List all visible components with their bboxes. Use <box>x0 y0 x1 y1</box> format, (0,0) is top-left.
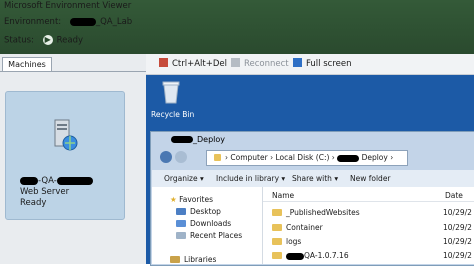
redacted-block <box>337 154 360 162</box>
file-row[interactable]: _PublishedWebsites 10/29/2 <box>272 208 474 220</box>
address-path: › Computer › Local Disk (C:) › Deploy › <box>214 153 393 162</box>
recycle-bin-icon[interactable] <box>162 80 180 104</box>
nav-libraries[interactable]: Libraries <box>170 255 216 264</box>
environment-label: Environment: <box>4 17 62 27</box>
column-header-date[interactable]: Date <box>445 191 463 200</box>
redacted-block <box>56 176 93 185</box>
back-button[interactable] <box>160 151 172 163</box>
play-icon: ▶ <box>42 35 53 45</box>
recycle-bin-label: Recycle Bin <box>151 110 195 119</box>
new-folder-button[interactable]: New folder <box>350 174 391 183</box>
desktop-icon <box>176 208 186 215</box>
folder-icon <box>272 238 282 245</box>
column-headers <box>263 188 474 202</box>
folder-icon <box>272 252 282 259</box>
status-label: Status: <box>4 35 34 46</box>
full-screen-icon <box>293 58 302 67</box>
status-row: Status: ▶ Ready <box>4 35 83 46</box>
machine-name: -QA- <box>20 176 93 186</box>
environment-row: Environment: _QA_Lab <box>4 17 132 27</box>
redacted-block <box>69 17 96 26</box>
folder-icon <box>272 224 282 231</box>
folder-icon <box>272 209 282 216</box>
star-icon: ★ <box>170 195 177 204</box>
nav-favorites[interactable]: ★ Favorites <box>170 195 213 204</box>
share-with-button[interactable]: Share with ▾ <box>292 174 338 183</box>
nav-desktop[interactable]: Desktop <box>176 207 221 216</box>
forward-button[interactable] <box>175 151 187 163</box>
breadcrumb-computer[interactable]: Computer <box>230 153 267 162</box>
keyboard-icon <box>159 58 168 67</box>
explorer-title: _Deploy <box>171 135 225 144</box>
nav-recent-places[interactable]: Recent Places <box>176 231 242 240</box>
breadcrumb-local-disk[interactable]: Local Disk (C:) <box>275 153 329 162</box>
file-row[interactable]: logs 10/29/2 <box>272 237 474 249</box>
file-row[interactable]: QA-1.0.7.16 10/29/2 <box>272 251 474 263</box>
status-value: Ready <box>56 35 84 46</box>
recent-places-icon <box>176 232 186 239</box>
tab-divider <box>0 71 146 72</box>
breadcrumb-deploy[interactable]: Deploy <box>362 153 388 162</box>
app-title: Microsoft Environment Viewer <box>4 1 132 11</box>
server-icon <box>54 119 78 151</box>
redacted-block <box>20 176 38 185</box>
reconnect-icon <box>231 58 240 67</box>
machine-role: Web Server <box>20 187 70 197</box>
tab-machines[interactable]: Machines <box>2 57 52 72</box>
machine-status: Ready <box>20 198 47 208</box>
file-row[interactable]: Container 10/29/2 <box>272 223 474 235</box>
downloads-icon <box>176 220 186 227</box>
ctrl-alt-del-button[interactable]: Ctrl+Alt+Del <box>159 58 227 70</box>
organize-button[interactable]: Organize ▾ <box>164 174 204 183</box>
full-screen-button[interactable]: Full screen <box>293 58 352 70</box>
libraries-icon <box>170 256 180 263</box>
redacted-block <box>286 252 304 260</box>
nav-downloads[interactable]: Downloads <box>176 219 231 228</box>
include-in-library-button[interactable]: Include in library ▾ <box>216 174 285 183</box>
redacted-block <box>171 136 193 143</box>
folder-icon <box>214 154 221 161</box>
column-header-name[interactable]: Name <box>272 191 294 200</box>
reconnect-button[interactable]: Reconnect <box>231 58 289 70</box>
environment-name: _QA_Lab <box>95 17 133 27</box>
